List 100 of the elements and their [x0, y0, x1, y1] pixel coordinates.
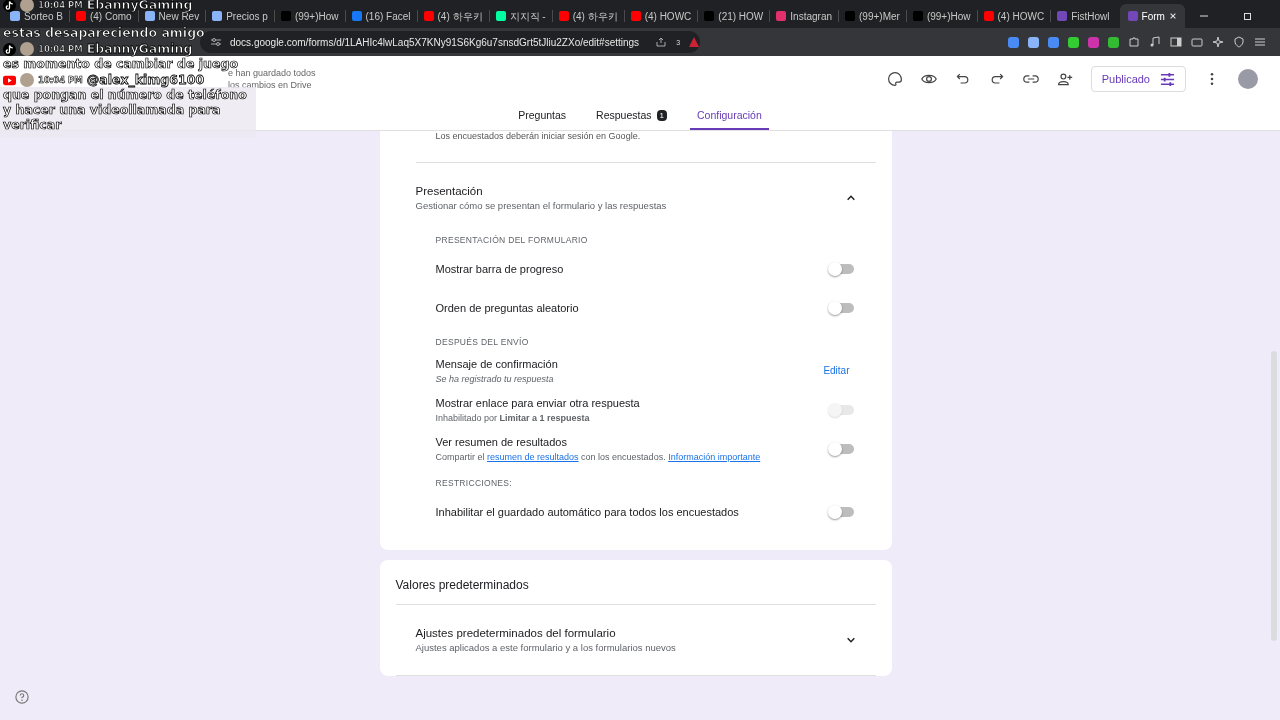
favicon-icon	[983, 11, 994, 21]
shield-icon[interactable]	[1233, 36, 1245, 48]
group-heading: PRESENTACIÓN DEL FORMULARIO	[434, 234, 589, 247]
browser-tab[interactable]: Precios p	[212, 10, 268, 22]
extension-icon[interactable]	[1028, 36, 1039, 48]
favicon-icon	[351, 11, 362, 21]
favicon-icon	[75, 11, 86, 21]
setting-label: Ver resumen de resultados	[435, 435, 568, 448]
nav-tab[interactable]: Preguntas	[511, 102, 574, 130]
palette-icon[interactable]	[886, 71, 903, 87]
restore-icon[interactable]	[1242, 11, 1253, 21]
section-subtitle: Ajustes aplicados a este formulario y a los formularios nuevos	[415, 642, 677, 653]
browser-tab[interactable]: (16) Facel	[351, 10, 411, 22]
expand-icon[interactable]	[845, 635, 856, 645]
setting-label: Orden de preguntas aleatorio	[435, 301, 580, 314]
favicon-icon	[776, 11, 787, 21]
sparkle-icon[interactable]	[1212, 36, 1224, 48]
section-title: Presentación	[415, 185, 484, 197]
browser-tab[interactable]: Form	[1119, 4, 1185, 28]
browser-tab[interactable]: (4) 하우키	[558, 10, 618, 22]
site-settings-icon[interactable]	[210, 36, 222, 48]
browser-tab[interactable]: (4) 하우키	[423, 10, 483, 22]
group-heading: RESTRICCIONES:	[434, 477, 513, 490]
link[interactable]: Información importante	[668, 451, 761, 462]
favicon-icon	[423, 11, 434, 21]
setting-note: Se ha registrado tu respuesta	[435, 373, 555, 384]
share-icon[interactable]	[655, 36, 668, 48]
browser-tab[interactable]: New Rev	[144, 10, 200, 22]
close-icon[interactable]	[1168, 12, 1177, 20]
toggle-switch[interactable]	[829, 506, 854, 517]
tiktok-icon	[3, 0, 16, 12]
add-person-icon[interactable]	[1056, 71, 1073, 87]
browser-tab[interactable]: Sorteo B	[10, 10, 63, 22]
browser-tab[interactable]: (99+)Mer	[845, 10, 900, 22]
response-count: 1	[656, 109, 667, 121]
extension-icon[interactable]	[1048, 36, 1059, 48]
setting-note: Inhabilitado por Limitar a 1 respuesta	[435, 412, 591, 423]
sidebar-icon[interactable]	[1170, 36, 1182, 48]
group-heading: DESPUÉS DEL ENVÍO	[434, 336, 530, 349]
nav-tab-label: Respuestas	[596, 109, 652, 121]
favicon-icon	[630, 11, 641, 21]
wallet-icon[interactable]	[1191, 36, 1203, 48]
avatar	[20, 0, 34, 12]
browser-tab[interactable]: (4) Como	[75, 10, 132, 22]
browser-tab[interactable]: (4) HOWC	[983, 10, 1045, 22]
chat-message: que pongan el número de teléfono y hacer una videollamada para verificar	[0, 87, 256, 138]
browser-tab[interactable]: Instagran	[776, 10, 832, 22]
chat-username: EbannyGaming	[86, 0, 193, 12]
menu-icon[interactable]	[1254, 36, 1266, 48]
favicon-icon	[10, 11, 20, 21]
section-title: Ajustes predeterminados del formulario	[415, 627, 617, 639]
favicon-icon	[845, 11, 855, 21]
link[interactable]: resumen de resultados	[487, 451, 579, 462]
help-icon[interactable]	[15, 690, 29, 704]
youtube-icon	[3, 73, 16, 87]
browser-tab[interactable]: (4) HOWC	[630, 10, 692, 22]
nav-tab-label: Configuración	[697, 109, 762, 121]
favicon-icon	[495, 11, 506, 21]
nav-tab[interactable]: Respuestas 1	[589, 102, 674, 130]
nav-tab-label: Preguntas	[518, 109, 567, 121]
setting-label: Inhabilitar el guardado automático para todos los encuestados	[435, 505, 740, 518]
tune-icon	[1160, 71, 1175, 87]
browser-tab[interactable]: (21) HOW	[704, 10, 764, 22]
extension-icon[interactable]	[1008, 36, 1019, 48]
message-time: 10:04 PM	[38, 0, 83, 10]
message-time: 10:04 PM	[38, 75, 83, 85]
card-title: Valores predeterminados	[395, 560, 876, 605]
favicon-icon	[212, 11, 223, 21]
setting-description: Los encuestados deberán iniciar sesión en Google.	[415, 131, 876, 163]
setting-label: Mostrar enlace para enviar otra respuesta	[435, 396, 641, 409]
collapse-icon[interactable]	[845, 193, 856, 203]
browser-tab[interactable]: (99+)How	[280, 10, 339, 22]
message-time: 10:04 PM	[38, 44, 83, 54]
toggle-switch[interactable]	[829, 302, 854, 313]
section-subtitle: Gestionar cómo se presentan el formulario y las respuestas	[415, 200, 668, 211]
setting-label: Mensaje de confirmación	[435, 357, 559, 370]
triangle-icon[interactable]	[688, 36, 701, 48]
chat-message: es momento de cambiar de juego	[2, 56, 238, 71]
toggle-switch[interactable]	[829, 443, 854, 454]
browser-tab[interactable]: 지지직 -	[495, 10, 546, 22]
music-icon[interactable]	[1149, 36, 1161, 48]
chat-username: @alex_kimg6100	[86, 73, 205, 87]
avatar[interactable]	[1238, 69, 1258, 89]
browser-tab[interactable]: FistHowl	[1057, 10, 1110, 22]
extension-icon[interactable]	[1108, 36, 1119, 48]
browser-tab[interactable]: (99+)How	[912, 10, 971, 22]
favicon-icon	[558, 11, 569, 21]
chat-username: EbannyGaming	[86, 42, 193, 56]
favicon-icon	[1127, 11, 1138, 21]
extension-icon[interactable]	[1088, 36, 1099, 48]
edit-button[interactable]: Editar	[817, 361, 856, 380]
extension-icon[interactable]	[1068, 36, 1079, 48]
publish-button[interactable]: Publicado	[1090, 66, 1186, 92]
favicon-icon	[144, 11, 155, 21]
favicon-icon	[912, 11, 923, 21]
setting-note: Compartir el resumen de resultados con los encuestados. Información importante	[435, 451, 762, 462]
toggle-switch[interactable]	[829, 263, 854, 274]
scrollbar[interactable]	[1271, 351, 1277, 641]
setting-label: Mostrar barra de progreso	[435, 262, 565, 275]
undo-icon[interactable]	[954, 71, 971, 87]
